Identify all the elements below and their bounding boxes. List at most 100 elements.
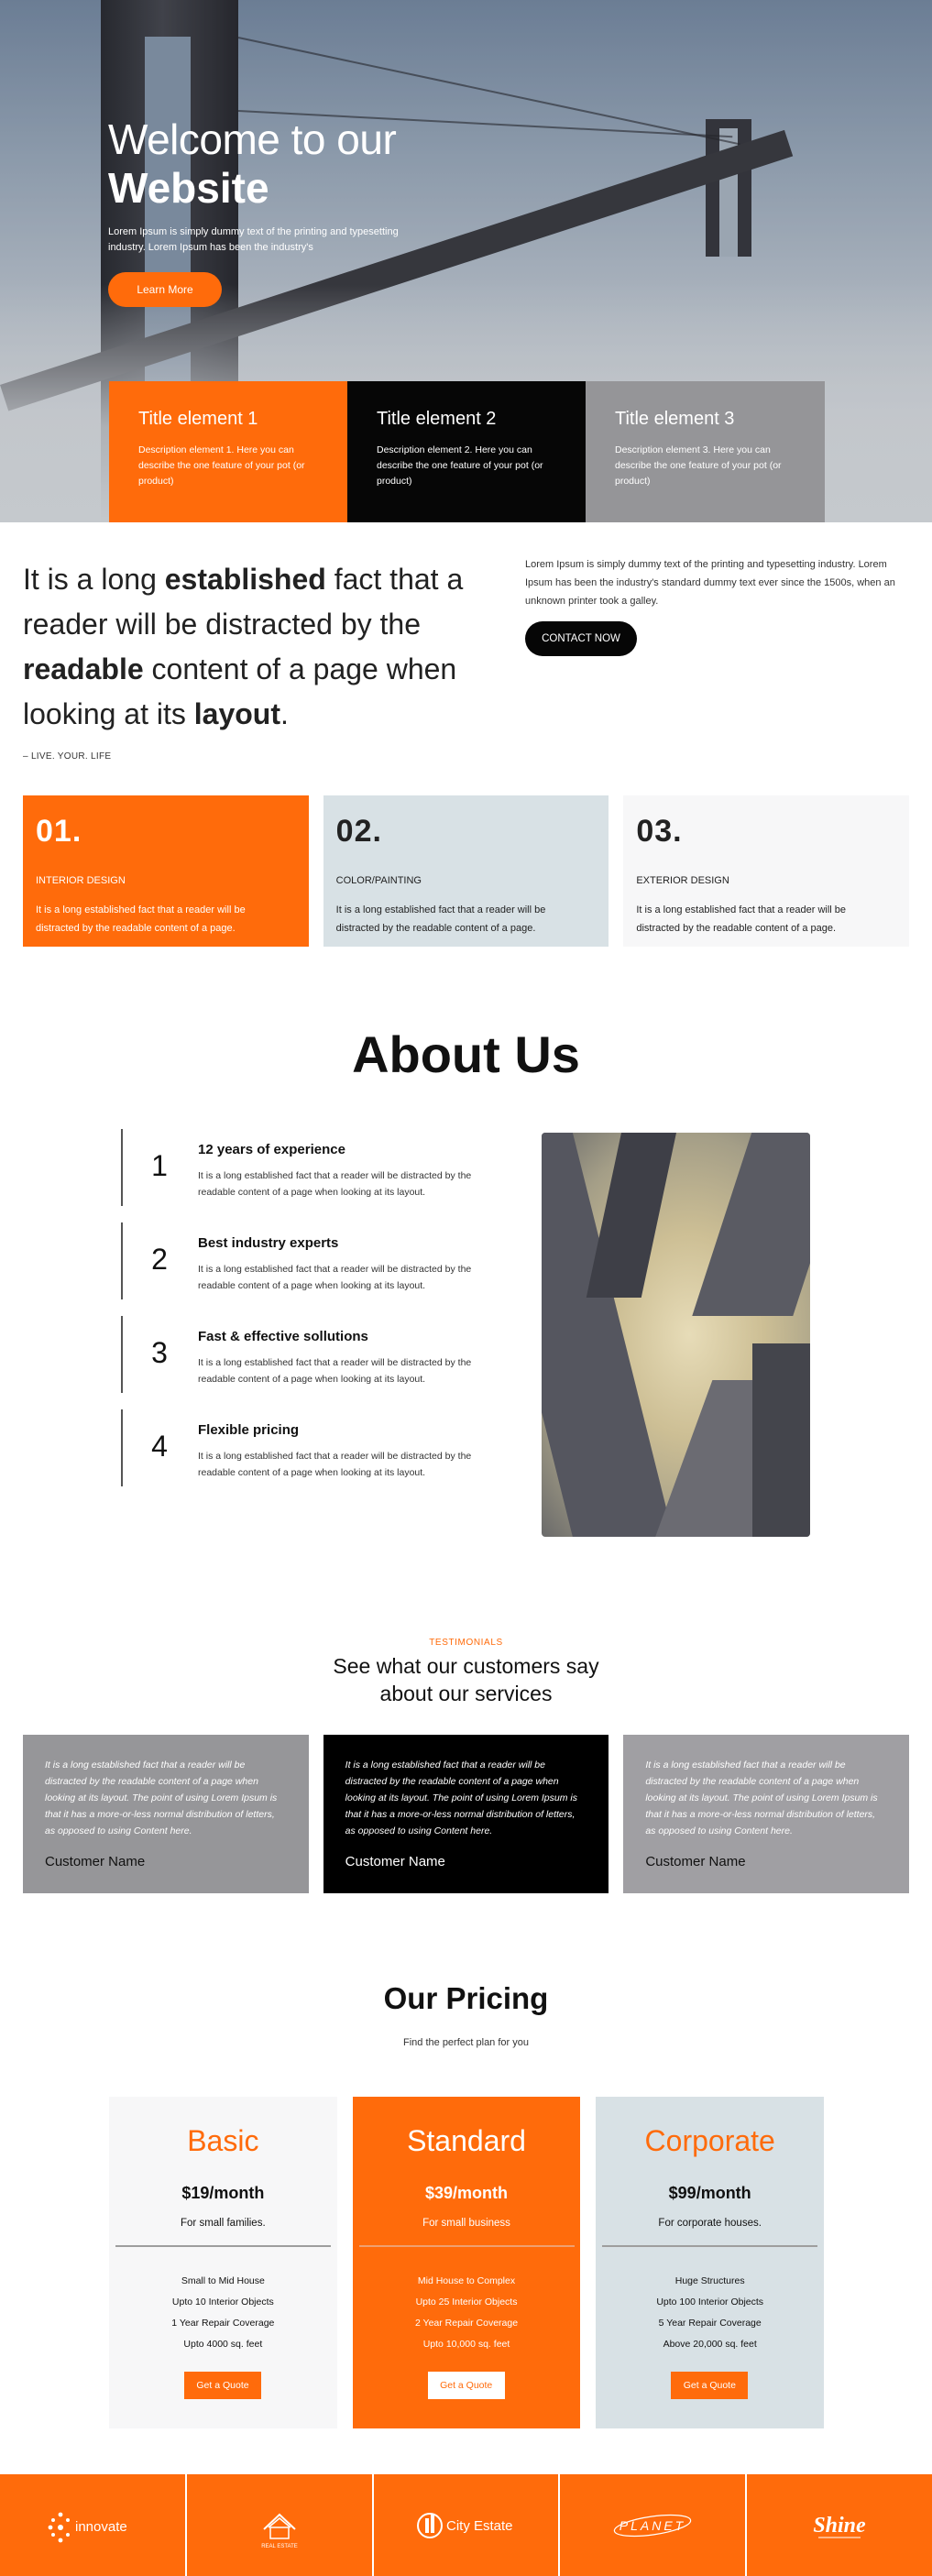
hero-title-line1: Welcome to our [108,115,397,163]
testimonial-card-3: It is a long established fact that a rea… [623,1735,910,1893]
service-number: 03. [636,814,683,849]
plan-feature: Upto 10,000 sq. feet [422,2339,510,2350]
about-item-text: It is a long established fact that a rea… [198,1451,472,1478]
testimonial-card-1: It is a long established fact that a rea… [23,1735,309,1893]
logo-text: REAL ESTATE [261,2544,298,2549]
plan-feature: Upto 4000 sq. feet [183,2339,263,2350]
service-text: It is a long established fact that a rea… [335,904,546,934]
get-quote-button[interactable]: Get a Quote [671,2372,749,2399]
testimonial-card-2: It is a long established fact that a rea… [323,1735,609,1893]
contact-now-button[interactable]: CONTACT NOW [525,621,637,656]
customer-name: Customer Name [645,1854,746,1869]
feature-description: Description element 1. Here you can desc… [138,444,305,487]
plan-name: Basic [187,2124,259,2157]
pricing-plans: Basic $19/month For small families. Smal… [109,2097,825,2428]
logo-city-estate[interactable]: City Estate [374,2474,561,2576]
feature-description: Description element 2. Here you can desc… [377,444,543,487]
plan-price: $39/month [424,2184,509,2202]
plan-feature: Upto 100 Interior Objects [656,2296,764,2307]
customer-name: Customer Name [45,1854,146,1869]
about-item-heading: Flexible pricing [198,1422,300,1438]
plan-feature: Upto 25 Interior Objects [415,2296,518,2307]
intro-tagline: – LIVE. YOUR. LIFE [23,751,112,762]
plan-feature: 2 Year Repair Coverage [414,2318,519,2329]
feature-card-2: Title element 2 Description element 2. H… [347,381,586,522]
plan-feature: Mid House to Complex [417,2275,516,2286]
get-quote-button[interactable]: Get a Quote [427,2372,505,2399]
about-list: 1 12 years of experience It is a long es… [121,1129,488,1503]
plan-features: Mid House to Complex Upto 25 Interior Ob… [353,2271,581,2355]
testimonial-quote: It is a long established fact that a rea… [345,1759,577,1836]
planet-logo-icon: PLANET [614,2514,692,2537]
logo-text: PLANET [620,2518,685,2533]
about-building-photo [542,1133,810,1537]
plan-price: $99/month [668,2184,751,2202]
quote-part: . [280,697,289,730]
plan-divider [602,2245,818,2247]
customer-name: Customer Name [345,1854,445,1869]
logo-innovate[interactable]: innovate [0,2474,187,2576]
about-item-number: 4 [151,1430,168,1463]
service-card-1: 01. INTERIOR DESIGN It is a long establi… [23,795,309,947]
plan-price: $19/month [181,2184,265,2202]
learn-more-button[interactable]: Learn More [108,272,222,307]
intro-paragraph: Lorem Ipsum is simply dummy text of the … [525,559,895,607]
intro-quote: It is a long established fact that a rea… [23,557,499,737]
service-card-3: 03. EXTERIOR DESIGN It is a long establi… [623,795,910,947]
innovate-logo-icon: innovate [48,2512,127,2542]
services-row: 01. INTERIOR DESIGN It is a long establi… [23,795,910,947]
feature-title: Title element 3 [615,409,735,429]
feature-title: Title element 1 [138,409,258,429]
service-card-2: 02. COLOR/PAINTING It is a long establis… [323,795,609,947]
testimonial-quote: It is a long established fact that a rea… [45,1759,278,1836]
service-number: 01. [36,814,82,849]
feature-description: Description element 3. Here you can desc… [615,444,782,487]
shine-logo-icon: Shine [813,2514,866,2538]
plan-card-corporate: Corporate $99/month For corporate houses… [596,2097,825,2428]
logo-text: innovate [75,2519,127,2535]
testimonials-row: It is a long established fact that a rea… [23,1735,910,1893]
page: Welcome to our Website Lorem Ipsum is si… [0,0,932,2576]
testimonials-title-line2: about our services [379,1682,553,1705]
about-item-bar [121,1409,123,1486]
plan-card-standard: Standard $39/month For small business Mi… [352,2097,581,2428]
logo-real-estate[interactable]: REAL ESTATE [187,2474,374,2576]
about-item-heading: 12 years of experience [198,1142,345,1157]
about-item: 2 Best industry experts It is a long est… [121,1222,488,1316]
about-item-text: It is a long established fact that a rea… [198,1264,472,1291]
about-item-bar [121,1129,123,1206]
hero-section: Welcome to our Website Lorem Ipsum is si… [0,0,932,522]
about-item-text: It is a long established fact that a rea… [198,1170,472,1198]
pricing-subtitle: Find the perfect plan for you [403,2037,529,2048]
quote-bold: readable [23,652,144,685]
intro-section: It is a long established fact that a rea… [0,522,932,797]
hero-content: Welcome to our Website Lorem Ipsum is si… [108,115,438,307]
get-quote-button[interactable]: Get a Quote [184,2372,261,2399]
about-item: 3 Fast & effective sollutions It is a lo… [121,1316,488,1409]
about-item-bar [121,1316,123,1393]
plan-feature: Small to Mid House [181,2275,265,2286]
about-item-bar [121,1222,123,1299]
plan-description: For corporate houses. [658,2218,762,2229]
service-label: INTERIOR DESIGN [36,875,126,886]
plan-features: Huge Structures Upto 100 Interior Object… [596,2271,824,2355]
logo-shine[interactable]: Shine [747,2474,932,2576]
hero-title-line2: Website [108,164,269,212]
about-item: 1 12 years of experience It is a long es… [121,1129,488,1222]
client-logos-strip: innovate REAL ESTATE City Estate PLANET [0,2474,932,2576]
plan-card-basic: Basic $19/month For small families. Smal… [109,2097,337,2428]
testimonials-title-line1: See what our customers say [333,1654,599,1678]
feature-row: Title element 1 Description element 1. H… [109,381,825,522]
plan-feature: Above 20,000 sq. feet [663,2339,757,2350]
plan-name: Standard [407,2124,526,2157]
testimonial-quote: It is a long established fact that a rea… [645,1759,878,1836]
feature-card-3: Title element 3 Description element 3. H… [586,381,825,522]
about-item-heading: Best industry experts [198,1235,339,1251]
about-title: About Us [352,1025,580,1083]
plan-divider [115,2245,331,2247]
plan-features: Small to Mid House Upto 10 Interior Obje… [109,2271,337,2355]
quote-part: It is a long [23,563,165,596]
plan-name: Corporate [644,2124,775,2157]
logo-planet[interactable]: PLANET [560,2474,748,2576]
about-item-text: It is a long established fact that a rea… [198,1357,472,1385]
